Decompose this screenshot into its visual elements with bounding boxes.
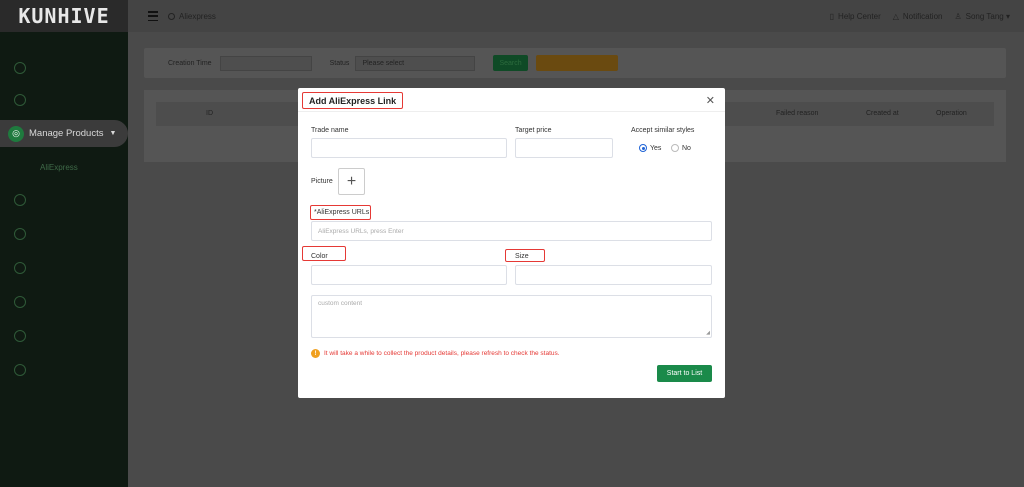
topbar: Aliexpress ▯ Help Center △ Notification ♙ S… xyxy=(128,0,1024,32)
nav-icon xyxy=(14,262,26,274)
sidebar-item-1[interactable] xyxy=(0,56,128,80)
nav-icon xyxy=(14,94,26,106)
breadcrumb-label: Aliexpress xyxy=(179,11,216,21)
sidebar: KUNHIVE ◎ Manage Products ▼ AliExpress xyxy=(0,0,128,487)
radio-yes[interactable]: Yes xyxy=(639,144,661,152)
sidebar-item-label: Manage Products xyxy=(29,128,104,139)
dialog-title: Add AliExpress Link xyxy=(302,92,404,109)
start-to-list-button[interactable]: Start to List xyxy=(657,365,712,382)
sidebar-subitem-aliexpress[interactable]: AliExpress xyxy=(40,163,78,172)
chevron-down-icon: ▾ xyxy=(1005,11,1010,21)
size-label: Size xyxy=(515,253,529,260)
note-text: It will take a while to collect the prod… xyxy=(324,350,560,357)
radio-yes-label: Yes xyxy=(650,144,662,152)
topbar-actions: ▯ Help Center △ Notification ♙ Song Tang ▾ xyxy=(830,12,1010,21)
help-center-link[interactable]: ▯ Help Center xyxy=(830,12,881,21)
sidebar-item-5[interactable] xyxy=(0,256,128,280)
help-label: Help Center xyxy=(838,11,881,21)
col-header-failed-reason: Failed reason xyxy=(776,110,819,117)
plus-icon: + xyxy=(346,172,357,190)
bell-icon: △ xyxy=(892,11,899,21)
document-icon: ▯ xyxy=(829,11,835,21)
sidebar-item-manage-products[interactable]: ◎ Manage Products ▼ xyxy=(0,120,128,147)
resize-handle-icon[interactable]: ◢ xyxy=(706,330,710,336)
nav-icon xyxy=(14,330,26,342)
col-header-operation: Operation xyxy=(936,110,967,117)
user-name: Song Tang xyxy=(965,11,1004,21)
search-button[interactable]: Search xyxy=(493,55,528,71)
close-icon[interactable]: ✕ xyxy=(706,94,715,107)
creation-time-input[interactable] xyxy=(219,55,312,71)
dialog-header: Add AliExpress Link ✕ xyxy=(298,88,725,112)
trade-name-input[interactable] xyxy=(311,138,507,158)
nav-icon xyxy=(14,296,26,308)
status-note: ! It will take a while to collect the pr… xyxy=(311,349,560,358)
status-placeholder: Please select xyxy=(362,59,405,67)
radio-no-dot xyxy=(671,144,679,152)
filter-bar: Creation Time Status Please select Searc… xyxy=(144,48,1006,78)
warning-icon: ! xyxy=(311,349,320,358)
target-price-input[interactable] xyxy=(515,138,613,158)
sidebar-item-3[interactable] xyxy=(0,188,128,212)
col-header-id: ID xyxy=(206,110,213,117)
chevron-down-icon: ▼ xyxy=(109,130,117,137)
aliexpress-urls-input[interactable]: AliExpress URLs, press Enter xyxy=(311,221,712,241)
trade-name-label: Trade name xyxy=(311,127,349,134)
menu-toggle-icon[interactable] xyxy=(148,11,158,21)
nav-icon xyxy=(14,228,26,240)
creation-time-label: Creation Time xyxy=(168,59,212,67)
user-icon: ♙ xyxy=(954,11,962,21)
color-label: Color xyxy=(311,253,328,260)
sidebar-item-8[interactable] xyxy=(0,358,128,382)
aliexpress-urls-label: *AliExpress URLs xyxy=(314,209,370,216)
sidebar-item-2[interactable] xyxy=(0,88,128,112)
target-price-label: Target price xyxy=(515,127,552,134)
accept-similar-label: Accept similar styles xyxy=(631,127,695,134)
sidebar-item-7[interactable] xyxy=(0,324,128,348)
radio-yes-dot xyxy=(639,144,647,152)
radio-no[interactable]: No xyxy=(671,144,691,152)
custom-content-textarea[interactable]: custom content ◢ xyxy=(311,295,712,338)
custom-placeholder: custom content xyxy=(318,300,363,307)
logo: KUNHIVE xyxy=(0,0,128,32)
status-label: Status xyxy=(329,59,350,67)
notification-link[interactable]: △ Notification xyxy=(893,12,943,21)
add-aliexpress-link-dialog: Add AliExpress Link ✕ Trade name Target … xyxy=(298,88,725,398)
color-input[interactable] xyxy=(311,265,507,285)
size-input[interactable] xyxy=(515,265,712,285)
globe-icon xyxy=(168,12,175,20)
nav-icon xyxy=(14,194,26,206)
col-header-created-at: Created at xyxy=(866,110,899,117)
add-aliexpress-link-button[interactable] xyxy=(535,55,618,71)
urls-placeholder: AliExpress URLs, press Enter xyxy=(318,227,404,235)
user-menu[interactable]: ♙ Song Tang ▾ xyxy=(954,12,1010,21)
status-select[interactable]: Please select xyxy=(355,55,476,71)
sidebar-item-6[interactable] xyxy=(0,290,128,314)
notification-label: Notification xyxy=(902,11,943,21)
products-icon: ◎ xyxy=(8,125,24,142)
nav-icon xyxy=(14,62,26,74)
picture-upload-button[interactable]: + xyxy=(338,168,365,195)
sidebar-item-4[interactable] xyxy=(0,222,128,246)
nav-icon xyxy=(14,364,26,376)
breadcrumb: Aliexpress xyxy=(168,12,216,21)
picture-label: Picture xyxy=(311,178,333,185)
radio-no-label: No xyxy=(682,144,691,152)
